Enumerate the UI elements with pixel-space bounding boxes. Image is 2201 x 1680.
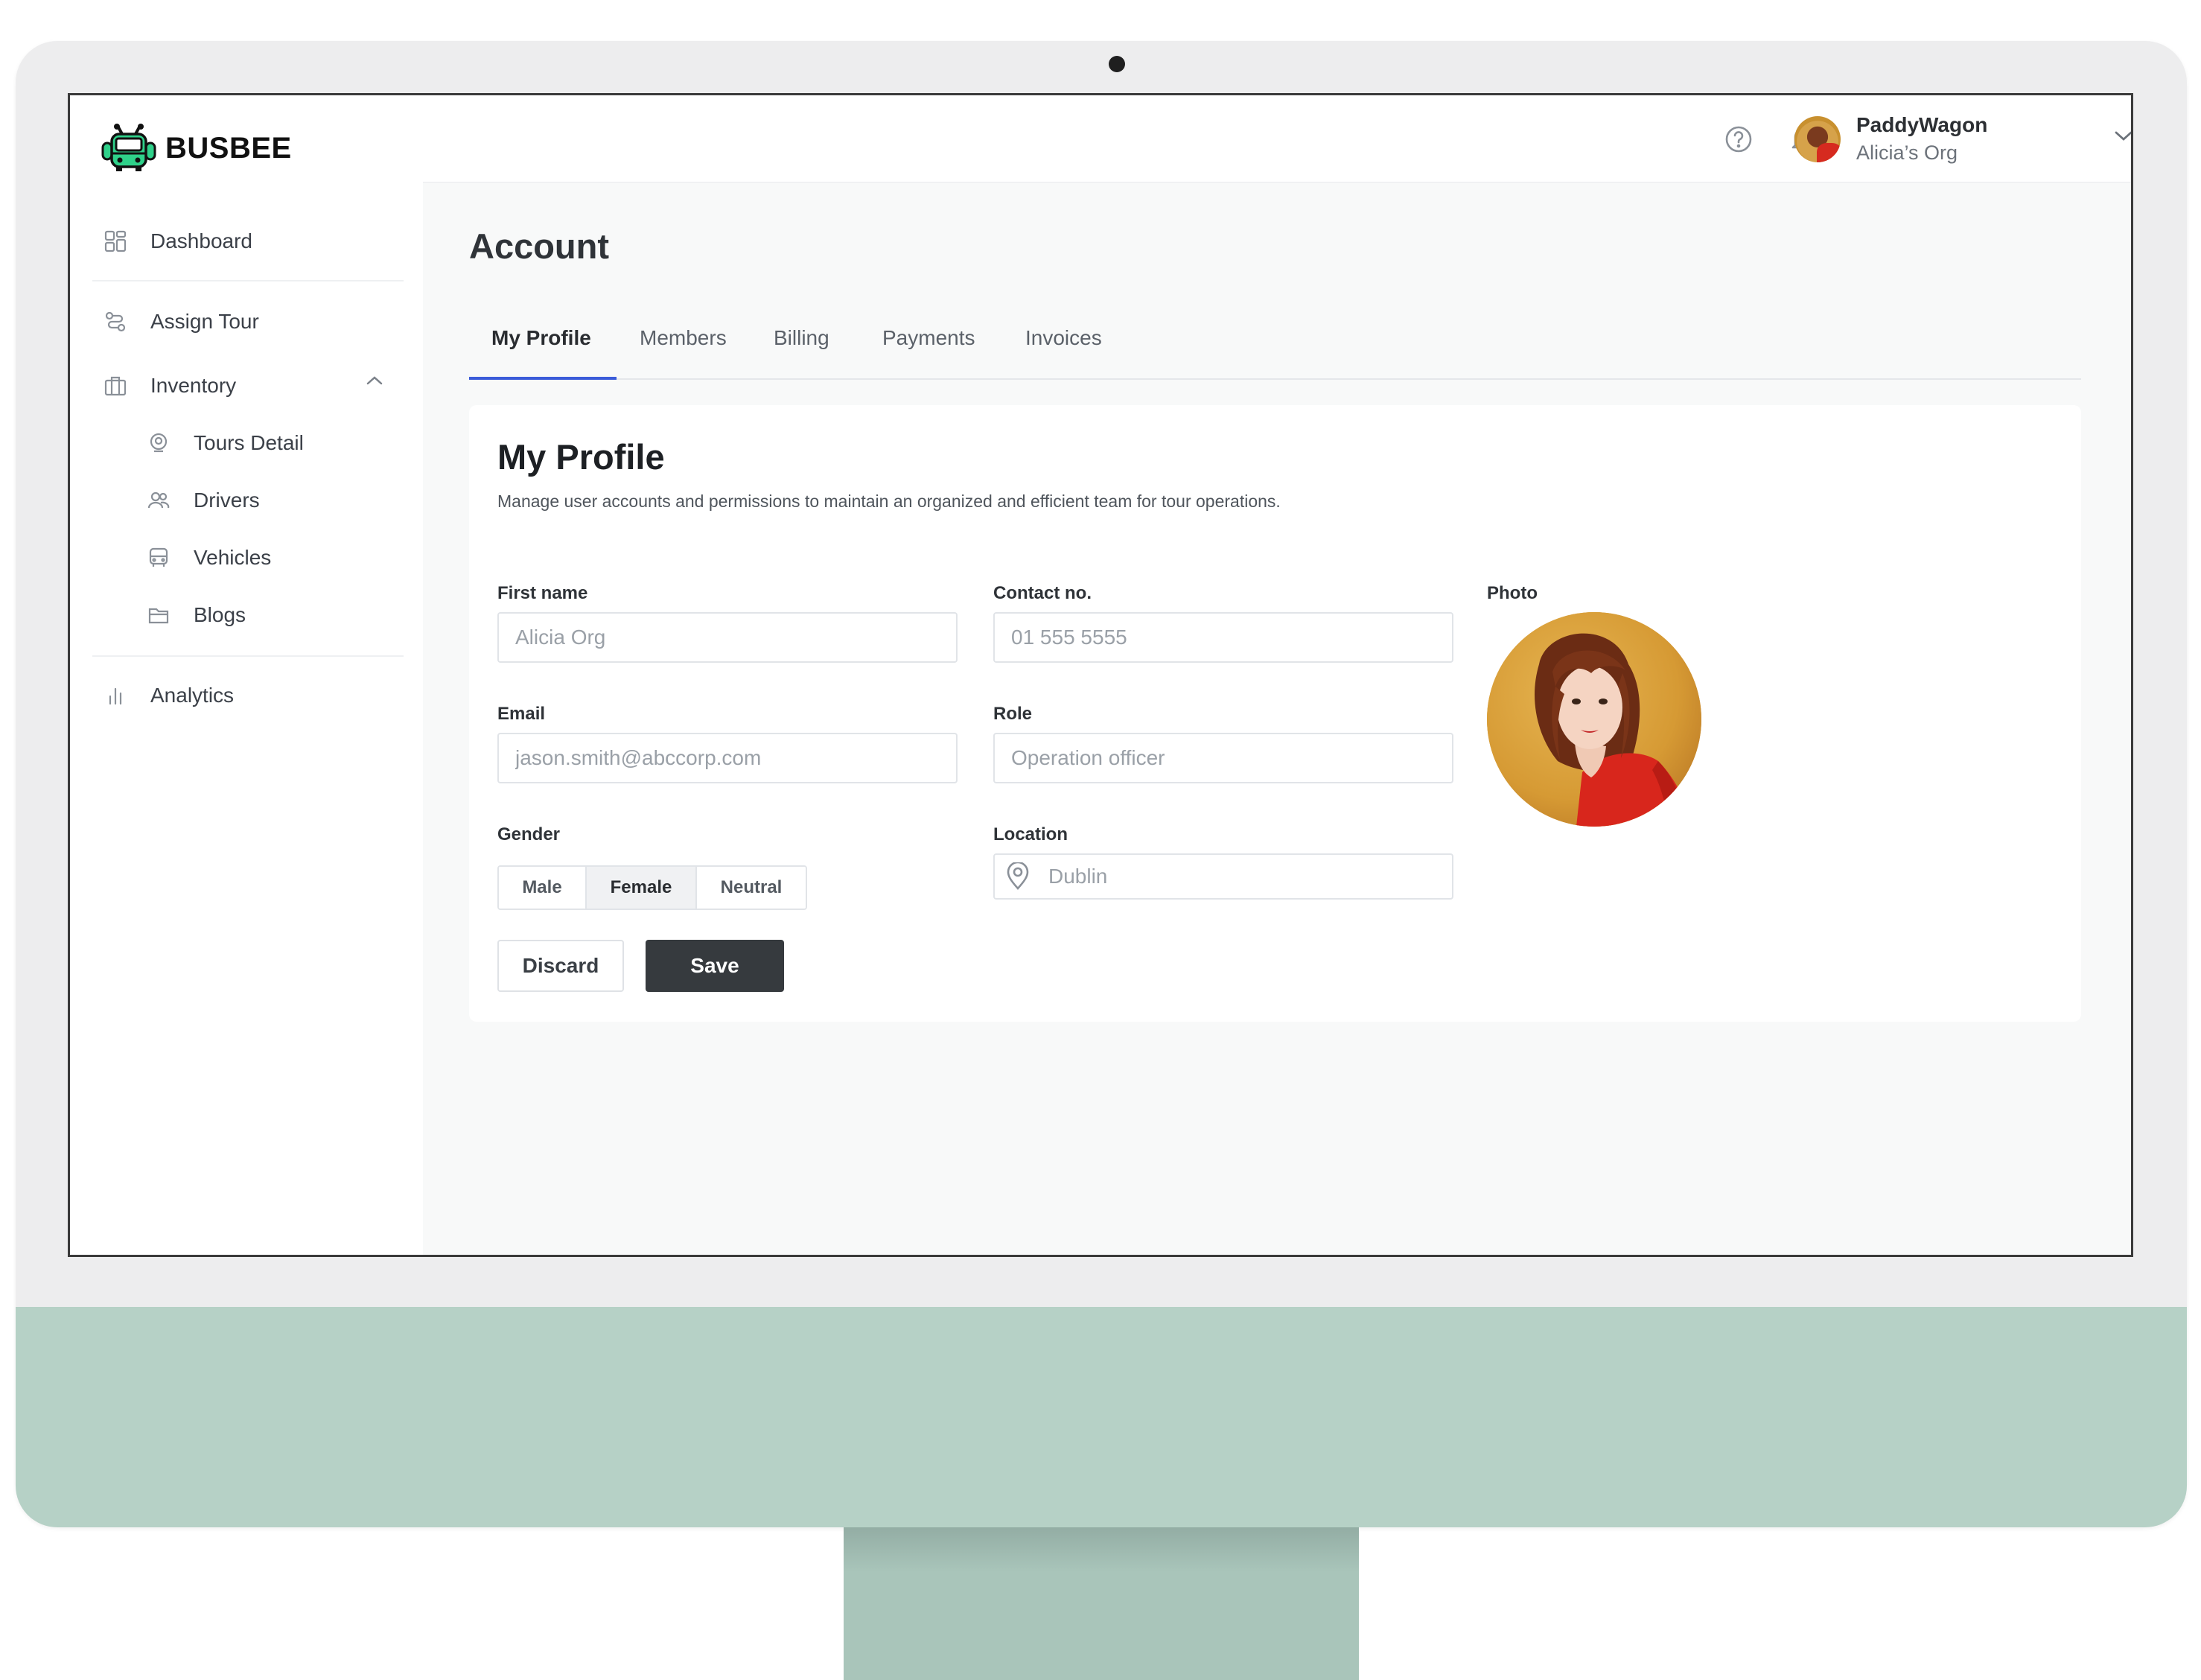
sidebar-item-dashboard[interactable]: Dashboard: [103, 219, 252, 264]
gender-label: Gender: [497, 824, 561, 844]
active-tab-indicator: [469, 377, 617, 380]
gender-neutral-option[interactable]: Neutral: [695, 867, 806, 909]
tab-payments[interactable]: Payments: [882, 326, 975, 350]
sidebar-item-label: Blogs: [194, 603, 246, 626]
email-label: Email: [497, 704, 546, 724]
tab-invoices[interactable]: Invoices: [1025, 326, 1102, 350]
sidebar-item-analytics[interactable]: Analytics: [103, 673, 234, 718]
contact-label: Contact no.: [993, 583, 1092, 603]
gender-female-option[interactable]: Female: [585, 867, 695, 909]
brand-name: BUSBEE: [165, 131, 292, 165]
sidebar-item-label: Tours Detail: [194, 431, 304, 454]
photo-label: Photo: [1487, 583, 1538, 603]
sidebar-item-blogs[interactable]: Blogs: [146, 593, 246, 637]
location-pin-icon: [1005, 861, 1031, 894]
user-name: PaddyWagon: [1856, 113, 1988, 136]
sidebar-item-label: Drivers: [194, 489, 260, 512]
portrait-image: [1487, 612, 1701, 827]
sidebar-divider: [92, 655, 404, 657]
sidebar-item-tours-detail[interactable]: Tours Detail: [146, 421, 304, 465]
sidebar-item-drivers[interactable]: Drivers: [146, 478, 260, 523]
map-pin-icon: [146, 430, 171, 456]
first-name-input[interactable]: [497, 612, 958, 663]
tab-members[interactable]: Members: [640, 326, 727, 350]
first-name-label: First name: [497, 583, 588, 603]
monitor-stand: [844, 1527, 1359, 1680]
route-icon: [103, 309, 128, 334]
tab-billing[interactable]: Billing: [774, 326, 829, 350]
email-input[interactable]: [497, 733, 958, 783]
app-screen: BUSBEE Dashboard Assign Tour Inventory T…: [68, 93, 2133, 1257]
camera-dot: [1109, 56, 1125, 72]
sidebar-item-inventory[interactable]: Inventory: [103, 363, 236, 408]
discard-button[interactable]: Discard: [497, 940, 624, 992]
tab-my-profile[interactable]: My Profile: [491, 326, 591, 350]
save-button[interactable]: Save: [646, 940, 784, 992]
sidebar-item-label: Vehicles: [194, 546, 272, 569]
account-tabs: My Profile Members Billing Payments Invo…: [469, 310, 2081, 380]
topbar: PaddyWagon Alicia’s Org: [423, 95, 2131, 183]
sidebar-divider: [92, 280, 404, 281]
brand-logo[interactable]: BUSBEE: [100, 124, 292, 173]
chevron-up-icon[interactable]: [365, 374, 384, 391]
org-name: Alicia’s Org: [1856, 141, 1958, 164]
role-input[interactable]: [993, 733, 1453, 783]
sidebar-item-vehicles[interactable]: Vehicles: [146, 535, 271, 580]
role-label: Role: [993, 704, 1033, 724]
location-label: Location: [993, 824, 1068, 844]
gender-selector: Male Female Neutral: [497, 865, 807, 910]
avatar[interactable]: [1794, 116, 1841, 162]
section-description: Manage user accounts and permissions to …: [497, 491, 1281, 511]
help-icon[interactable]: [1721, 122, 1756, 156]
contact-input[interactable]: [993, 612, 1453, 663]
sidebar-item-assign-tour[interactable]: Assign Tour: [103, 299, 259, 344]
monitor-chin: [16, 1307, 2187, 1527]
users-icon: [146, 488, 171, 513]
gender-male-option[interactable]: Male: [499, 867, 585, 909]
bee-logo-icon: [101, 124, 156, 171]
profile-photo[interactable]: [1487, 612, 1701, 827]
bar-chart-icon: [103, 683, 128, 708]
bus-icon: [146, 545, 171, 570]
profile-card: My Profile Manage user accounts and perm…: [469, 405, 2081, 1022]
location-input[interactable]: [993, 853, 1453, 900]
sidebar-item-label: Analytics: [150, 684, 235, 707]
briefcase-icon: [103, 373, 128, 398]
page-title: Account: [469, 226, 609, 266]
sidebar-item-label: Dashboard: [150, 229, 252, 252]
sidebar: BUSBEE Dashboard Assign Tour Inventory T…: [70, 95, 423, 1255]
chevron-down-icon[interactable]: [2113, 128, 2131, 147]
folder-icon: [146, 602, 171, 628]
section-title: My Profile: [497, 437, 665, 477]
sidebar-item-label: Assign Tour: [150, 310, 259, 333]
grid-icon: [103, 229, 128, 254]
sidebar-item-label: Inventory: [150, 374, 237, 397]
